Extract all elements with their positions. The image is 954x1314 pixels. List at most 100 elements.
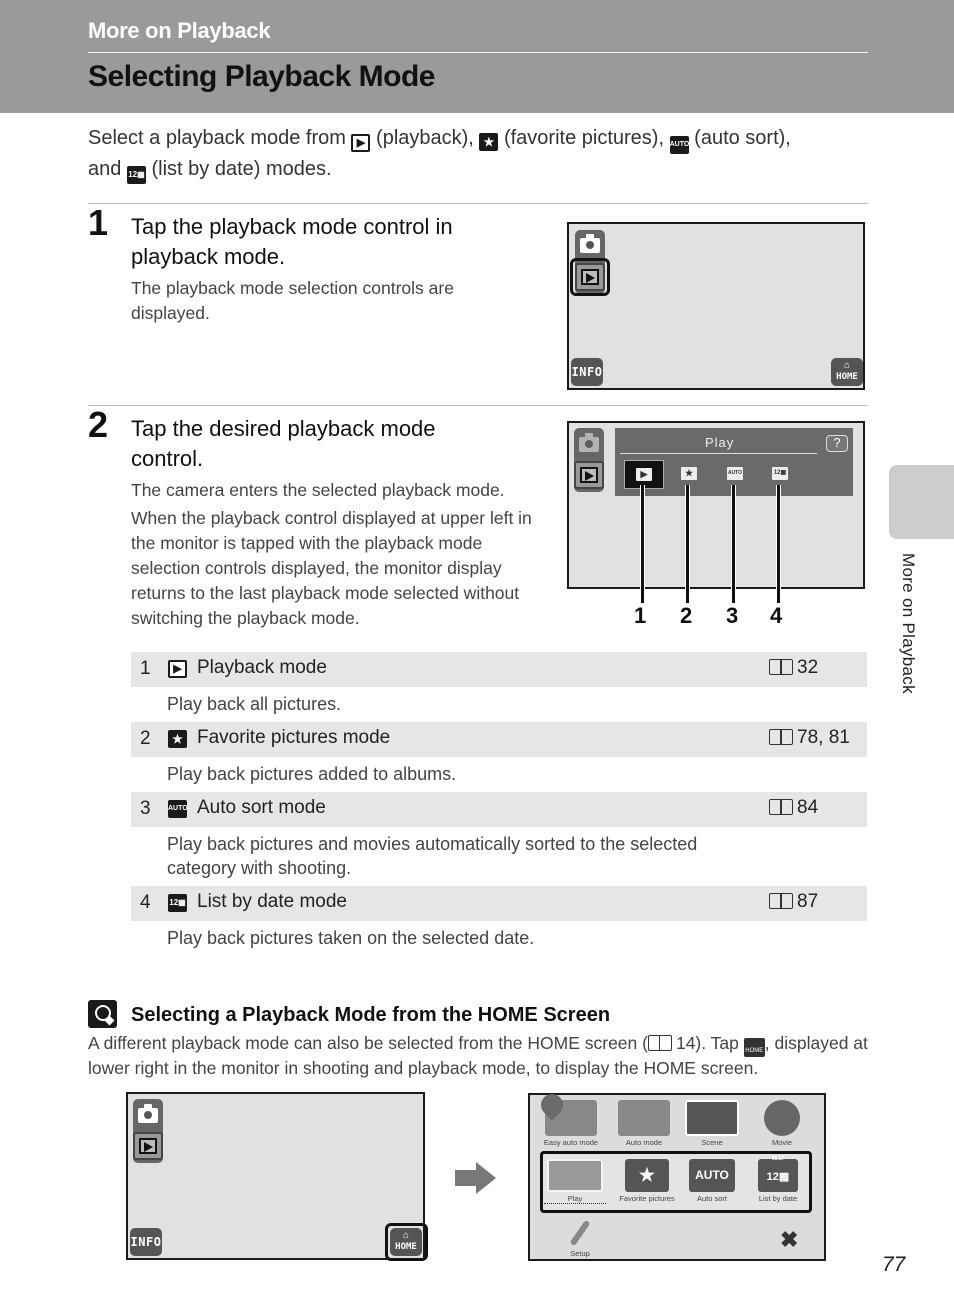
scene-icon <box>685 1100 739 1136</box>
tile-label: Easy auto mode <box>543 1138 599 1147</box>
page-ref[interactable]: 84 <box>769 797 818 819</box>
row-description: Play back pictures added to albums. <box>167 764 457 784</box>
chapter-tab[interactable] <box>889 465 954 539</box>
home-tile-list-by-date[interactable]: 08.17 12▦ List by date <box>748 1156 808 1203</box>
intro-text: and <box>88 158 122 180</box>
book-icon <box>769 729 793 745</box>
monitor-screen-3: INFO ⌂ HOME <box>126 1092 428 1261</box>
book-icon <box>769 893 793 909</box>
tip-text: A different playback mode can also be se… <box>88 1033 648 1053</box>
favorite-folder-icon: ★ <box>625 1159 669 1192</box>
camera-icon[interactable] <box>580 234 600 253</box>
step-body: The camera enters the selected playback … <box>131 480 505 500</box>
auto-mode-icon <box>618 1100 670 1136</box>
list-by-date-icon: 12▦ <box>126 166 146 184</box>
intro-text: (auto sort), <box>694 127 791 149</box>
page-ref-number: 84 <box>797 797 819 818</box>
row-label: Favorite pictures mode <box>197 727 391 748</box>
home-tile-setup[interactable]: Setup <box>560 1219 600 1258</box>
page-ref-number: 32 <box>797 657 819 678</box>
home-tile-auto[interactable]: Auto mode <box>614 1100 674 1147</box>
play-album-icon <box>547 1159 603 1192</box>
monitor-screen-2: Play ? ▶ ★ AUTO 12▦ <box>567 421 865 589</box>
close-button[interactable]: ✖ <box>780 1227 798 1253</box>
book-icon <box>647 1035 672 1051</box>
row-number: 2 <box>140 728 151 749</box>
tip-body: A different playback mode can also be se… <box>88 1032 878 1080</box>
table-row: 3 AUTO Auto sort mode 84 <box>131 792 867 827</box>
page-ref[interactable]: 32 <box>769 657 818 679</box>
home-tile-auto-sort[interactable]: AUTO Auto sort <box>682 1159 742 1203</box>
callout-number: 1 <box>634 603 647 628</box>
home-tile-easy-auto[interactable]: Easy auto mode <box>536 1089 602 1147</box>
home-label: HOME <box>836 372 858 382</box>
divider <box>88 405 868 406</box>
row-number: 4 <box>140 892 151 913</box>
page-ref-number: 87 <box>797 891 819 912</box>
intro-text: (playback), <box>376 127 474 149</box>
book-icon <box>769 659 793 675</box>
camera-icon[interactable] <box>138 1104 158 1123</box>
playback-mode-button[interactable] <box>574 461 604 489</box>
wrench-icon <box>569 1219 591 1247</box>
calendar-folder-icon: 08.17 12▦ <box>758 1156 798 1192</box>
info-button[interactable]: INFO <box>571 358 603 386</box>
callout-number: 4 <box>770 603 783 628</box>
row-description: Play back pictures and movies automatica… <box>167 834 698 878</box>
intro-text: (list by date) modes. <box>151 158 332 180</box>
home-icon: ⌂ <box>402 1230 410 1241</box>
tip-text: 14). Tap <box>675 1033 739 1053</box>
playback-icon: ▶ <box>636 468 652 481</box>
row-label: Auto sort mode <box>197 797 326 818</box>
section-title: More on Playback <box>88 18 271 43</box>
step-title: Tap the desired playback mode control. <box>131 416 436 471</box>
home-label: HOME <box>395 1242 417 1252</box>
home-button-icon: HOME <box>743 1038 765 1057</box>
tile-label: Favorite pictures <box>619 1194 675 1203</box>
page-ref[interactable]: 78, 81 <box>769 727 850 749</box>
home-tile-scene[interactable]: Scene <box>682 1100 742 1147</box>
info-button[interactable]: INFO <box>130 1228 162 1256</box>
step-number: 1 <box>88 202 109 243</box>
panel-title: Play <box>705 435 735 450</box>
date-tag: 08.17 <box>771 1156 785 1162</box>
home-screen: Easy auto mode Auto mode Scene Movie Pla… <box>528 1089 826 1261</box>
home-tile-play[interactable]: Play <box>544 1159 606 1204</box>
home-tile-movie[interactable]: Movie <box>752 1100 812 1147</box>
mode-option-favorite[interactable]: ★ <box>681 467 697 480</box>
playback-icon: ▶ <box>168 660 187 678</box>
intro-paragraph: Select a playback mode from ▶ (playback)… <box>88 123 868 184</box>
favorite-icon: ★ <box>168 730 187 748</box>
page-ref[interactable]: 87 <box>769 891 818 913</box>
list-by-date-icon: 12▦ <box>168 894 187 912</box>
home-tile-favorite[interactable]: ★ Favorite pictures <box>612 1159 682 1203</box>
home-button[interactable]: ⌂ HOME <box>390 1228 422 1256</box>
row-label: Playback mode <box>197 657 327 678</box>
mode-option-auto-sort[interactable]: AUTO <box>727 467 743 480</box>
tile-label: Auto sort <box>696 1194 727 1203</box>
playback-mode-button[interactable] <box>575 263 605 291</box>
row-label: List by date mode <box>197 891 347 912</box>
easy-auto-icon <box>536 1089 597 1136</box>
table-row: 4 12▦ List by date mode 87 <box>131 886 867 921</box>
playback-mode-button[interactable] <box>133 1132 163 1160</box>
camera-icon[interactable] <box>579 433 599 452</box>
auto-sort-icon: AUTO <box>168 800 188 818</box>
row-description: Play back all pictures. <box>167 694 342 714</box>
auto-sort-folder-icon: AUTO <box>689 1159 735 1192</box>
tile-label: Movie <box>771 1138 792 1147</box>
callout-number: 3 <box>726 603 739 628</box>
movie-icon <box>764 1100 800 1136</box>
help-button[interactable]: ? <box>826 435 848 452</box>
mode-option-list-by-date[interactable]: 12▦ <box>772 467 788 480</box>
header-divider <box>88 52 868 53</box>
page-number: 77 <box>882 1253 906 1276</box>
callout-number: 2 <box>680 603 693 628</box>
home-button[interactable]: ⌂ HOME <box>831 358 863 386</box>
table-row: 1 ▶ Playback mode 32 <box>131 652 867 687</box>
chapter-tab-label: More on Playback <box>899 553 918 694</box>
step-title: Tap the playback mode control in playbac… <box>131 214 453 269</box>
tile-label: Scene <box>701 1138 723 1147</box>
callout-line <box>776 485 781 603</box>
tip-icon <box>88 1000 117 1028</box>
